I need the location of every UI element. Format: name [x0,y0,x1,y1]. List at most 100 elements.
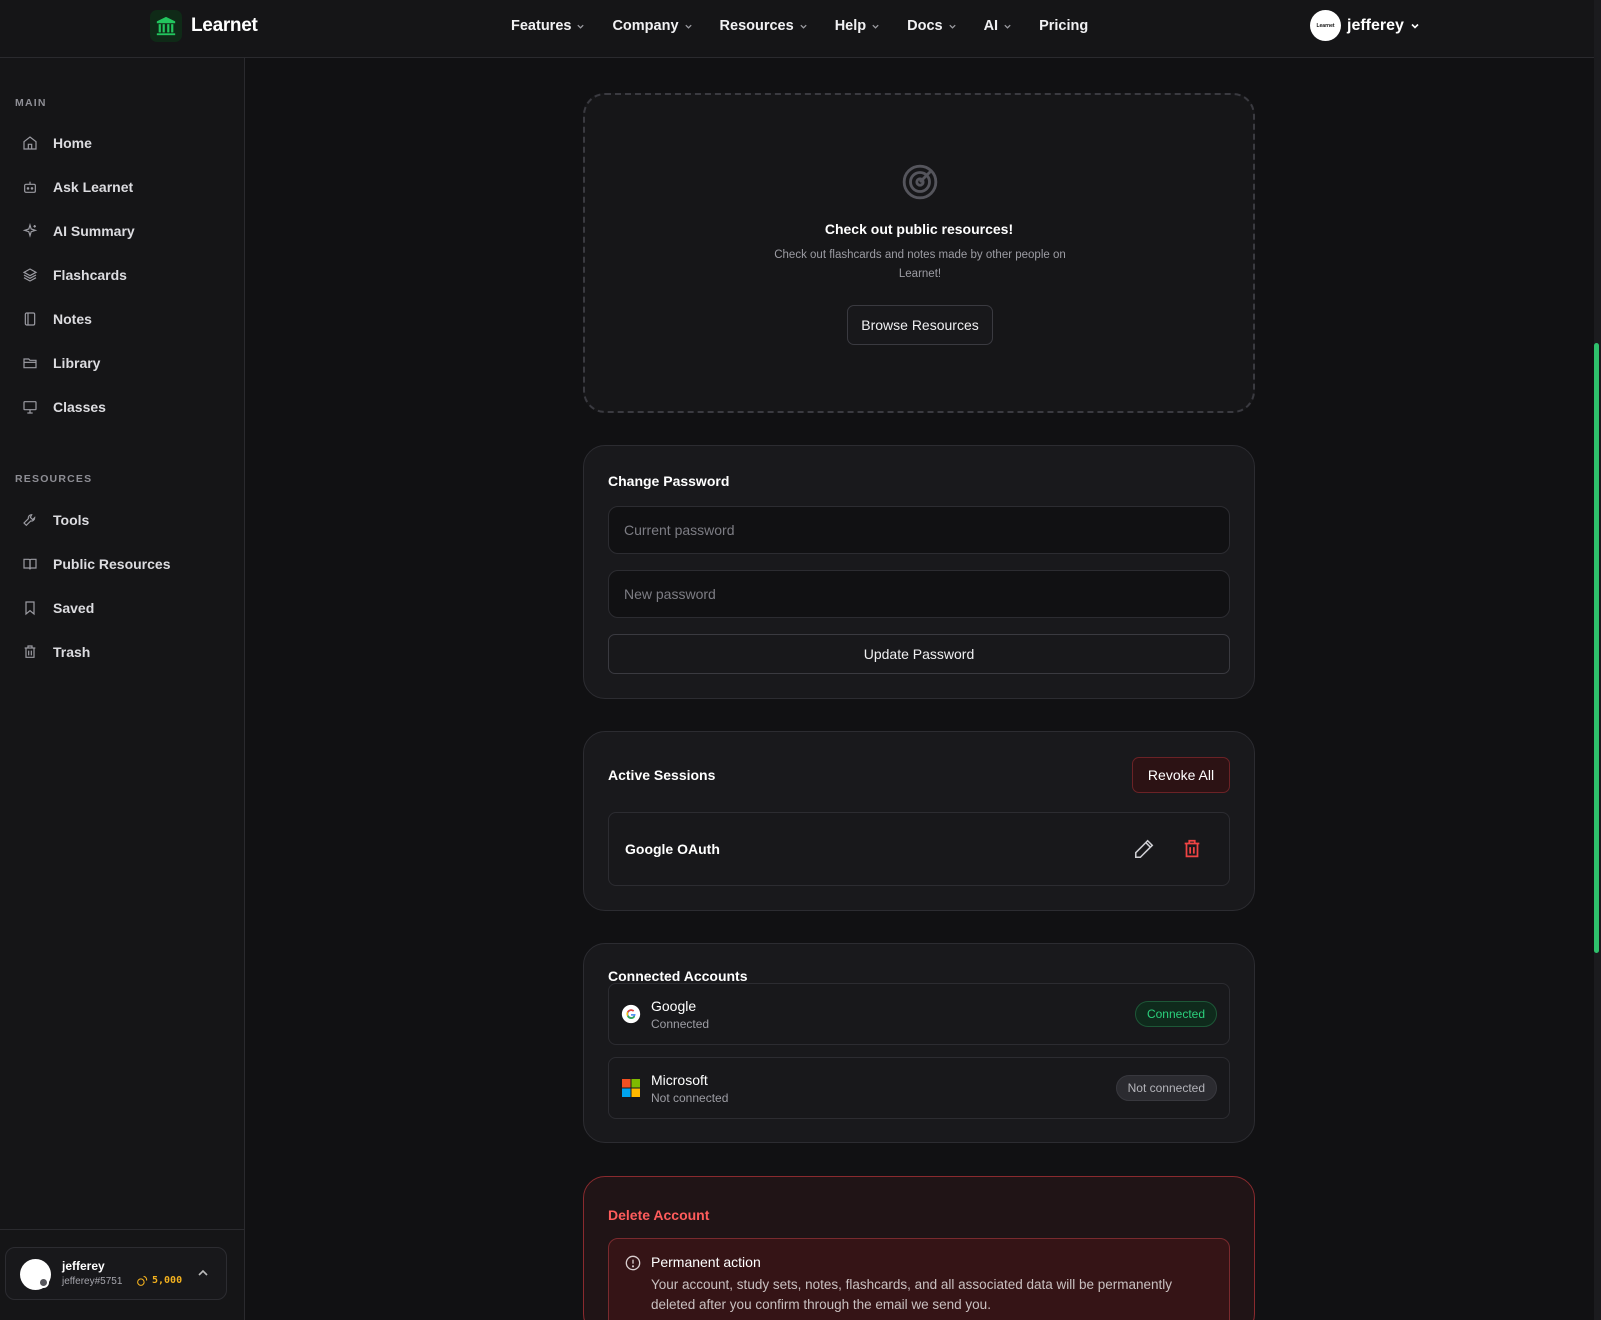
chevron-up-icon[interactable] [196,1266,210,1280]
sidebar-item-label: AI Summary [53,223,135,239]
delete-account-title: Delete Account [608,1207,710,1223]
bookmark-icon [25,601,35,616]
sidebar-item-notes[interactable]: Notes [14,301,232,337]
public-resources-card: Check out public resources! Check out fl… [583,93,1255,413]
sidebar-item-label: Ask Learnet [53,179,134,195]
change-password-title: Change Password [608,473,730,489]
pencil-icon[interactable] [1133,838,1155,860]
delete-account-card: Delete Account Permanent action Your acc… [583,1176,1255,1320]
presentation-icon [23,401,37,414]
trash-icon[interactable] [1181,838,1203,860]
brand-name: Learnet [191,15,258,36]
sidebar-item-label: Saved [53,600,95,616]
account-name: Google [651,998,697,1014]
trash-icon [24,645,36,658]
notice-text: Your account, study sets, notes, flashca… [651,1277,1173,1312]
scrollbar-thumb[interactable] [1594,343,1599,953]
session-row: Google OAuth [608,812,1230,886]
top-navbar: Learnet Features Company Resources Help … [0,0,1596,58]
folder-icon [23,358,37,369]
bank-logo-icon [150,10,182,42]
browse-resources-button[interactable]: Browse Resources [847,305,993,345]
sidebar-item-library[interactable]: Library [14,345,232,381]
sidebar-item-label: Classes [53,399,106,415]
sidebar-item-tools[interactable]: Tools [14,502,232,538]
layers-icon [22,268,38,282]
status-badge: Not connected [1115,1075,1217,1101]
nav-docs-label: Docs [907,18,943,34]
chevron-down-icon [872,24,879,29]
sidebar-heading-resources: RESOURCES [15,473,93,485]
public-resources-description: Check out flashcards and notes made by o… [774,249,1066,280]
sidebar-item-classes[interactable]: Classes [14,389,232,425]
nav-company[interactable]: Company [612,18,692,34]
active-sessions-title: Active Sessions [608,767,716,783]
profile-card[interactable]: jefferey jefferey#5751 5,000 [5,1247,227,1300]
account-row-google: Google Connected Connected [608,983,1230,1045]
nav-resources[interactable]: Resources [720,18,808,34]
connected-accounts-card: Connected Accounts Google Connected Conn… [583,943,1255,1143]
sidebar-item-ai-summary[interactable]: AI Summary [14,213,232,249]
user-menu[interactable]: Learnet jefferey [1310,10,1420,41]
status-dot [38,1277,49,1288]
nav-help-label: Help [834,18,867,34]
account-status: Connected [651,1017,710,1031]
nav-help[interactable]: Help [835,18,880,34]
nav-features-label: Features [511,18,572,34]
sidebar-item-public-resources[interactable]: Public Resources [14,546,232,582]
revoke-all-button[interactable]: Revoke All [1132,757,1230,793]
sidebar-item-saved[interactable]: Saved [14,590,232,626]
sidebar-item-label: Library [53,355,101,371]
public-resources-title: Check out public resources! [824,221,1014,237]
nav-ai[interactable]: AI [984,18,1013,34]
main-nav: Features Company Resources Help Docs AI … [511,0,1115,52]
sidebar-footer-divider [0,1229,245,1230]
current-password-input[interactable] [608,506,1230,554]
sidebar: MAIN Home Ask Learnet AI Summary Flashca… [0,58,245,1320]
permanent-action-notice: Permanent action Your account, study set… [608,1238,1230,1320]
chevron-down-icon [1411,23,1419,29]
sidebar-item-label: Trash [53,644,91,660]
user-name: jefferey [1347,16,1404,34]
wrench-icon [23,514,36,527]
session-name: Google OAuth [625,841,720,857]
sparkles-icon [22,223,38,238]
coins-icon [137,1275,148,1286]
sidebar-item-ask-learnet[interactable]: Ask Learnet [14,169,232,205]
update-password-button[interactable]: Update Password [608,634,1230,674]
status-badge: Connected [1134,1001,1217,1027]
sidebar-item-label: Tools [53,512,90,528]
sidebar-heading-main: MAIN [15,97,47,109]
brand-logo[interactable]: Learnet [150,10,258,42]
google-icon [621,1004,641,1024]
home-icon [23,136,37,150]
chevron-down-icon [948,24,956,29]
profile-name: jefferey [62,1259,105,1273]
new-password-input[interactable] [608,570,1230,618]
chevron-down-icon [684,24,692,29]
account-row-microsoft: Microsoft Not connected Not connected [608,1057,1230,1119]
active-sessions-card: Active Sessions Revoke All Google OAuth [583,731,1255,911]
sidebar-item-label: Public Resources [53,556,171,572]
coin-count: 5,000 [152,1275,183,1286]
change-password-card: Change Password Update Password [583,445,1255,699]
info-circle-icon [625,1255,641,1271]
sidebar-item-trash[interactable]: Trash [14,634,232,670]
notebook-icon [24,312,36,326]
notice-title: Permanent action [651,1254,761,1270]
nav-pricing[interactable]: Pricing [1039,18,1088,34]
sidebar-item-home[interactable]: Home [14,125,232,161]
microsoft-icon [622,1079,640,1097]
nav-company-label: Company [612,18,679,34]
chevron-down-icon [577,24,585,29]
chevron-down-icon [1004,24,1011,29]
avatar: Learnet [1310,10,1341,41]
sidebar-item-label: Home [53,135,92,151]
account-status: Not connected [651,1091,729,1105]
chevron-down-icon [800,24,807,29]
nav-features[interactable]: Features [511,18,585,34]
nav-docs[interactable]: Docs [907,18,956,34]
sidebar-item-flashcards[interactable]: Flashcards [14,257,232,293]
coin-balance: 5,000 [136,1274,182,1287]
nav-ai-label: AI [983,18,999,34]
